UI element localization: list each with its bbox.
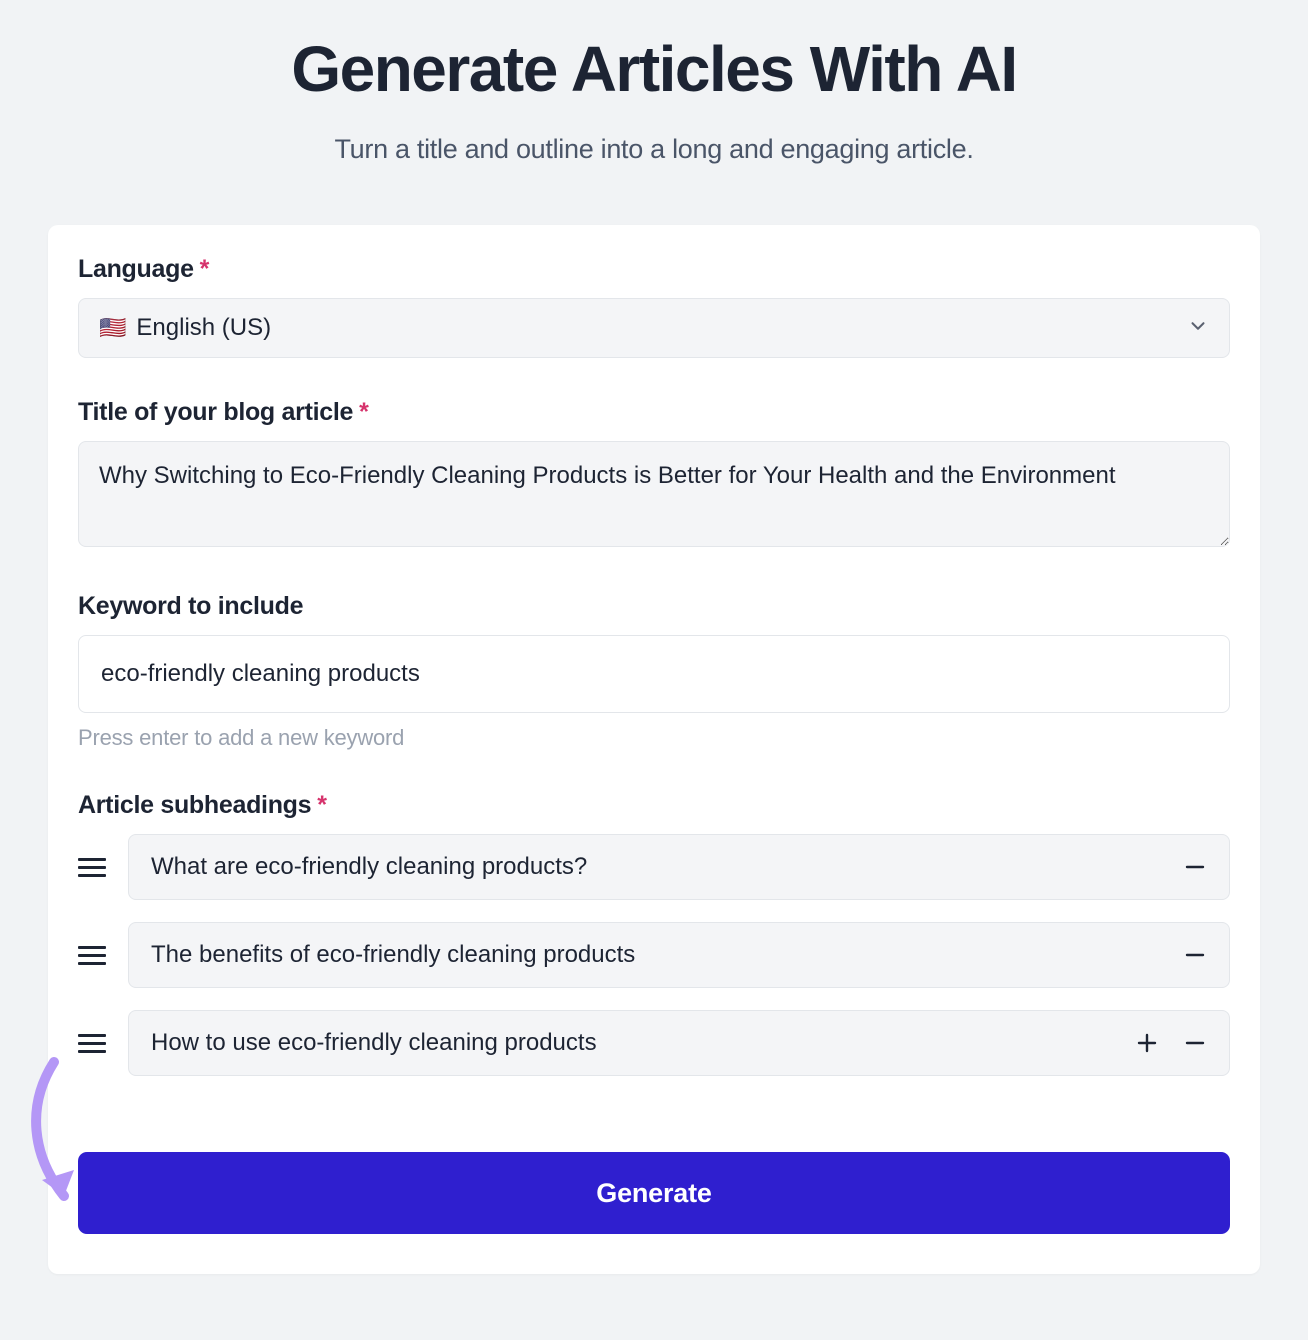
required-mark: * bbox=[200, 255, 209, 283]
subheading-row bbox=[78, 922, 1230, 988]
subheading-input[interactable] bbox=[151, 853, 1183, 881]
subheading-row bbox=[78, 834, 1230, 900]
subheading-input[interactable] bbox=[151, 941, 1183, 969]
title-input[interactable]: Why Switching to Eco-Friendly Cleaning P… bbox=[78, 441, 1230, 547]
subheading-input-wrap[interactable] bbox=[128, 1010, 1230, 1076]
title-label-text: Title of your blog article bbox=[78, 398, 353, 426]
form-card: Language* 🇺🇸 English (US) Title of your … bbox=[48, 225, 1260, 1274]
remove-subheading-button[interactable] bbox=[1183, 855, 1207, 879]
remove-subheading-button[interactable] bbox=[1183, 943, 1207, 967]
language-label: Language* bbox=[78, 255, 1230, 284]
flag-icon: 🇺🇸 bbox=[99, 315, 126, 341]
subheadings-label-text: Article subheadings bbox=[78, 791, 311, 819]
language-select[interactable]: 🇺🇸 English (US) bbox=[78, 298, 1230, 358]
generate-button[interactable]: Generate bbox=[78, 1152, 1230, 1234]
drag-handle-icon[interactable] bbox=[78, 1029, 106, 1057]
subheadings-label: Article subheadings* bbox=[78, 791, 1230, 820]
subheading-input-wrap[interactable] bbox=[128, 922, 1230, 988]
subheading-input-wrap[interactable] bbox=[128, 834, 1230, 900]
language-value: English (US) bbox=[136, 314, 271, 342]
required-mark: * bbox=[359, 398, 368, 426]
drag-handle-icon[interactable] bbox=[78, 853, 106, 881]
keyword-input[interactable] bbox=[101, 660, 1207, 688]
keyword-helper: Press enter to add a new keyword bbox=[78, 725, 1230, 751]
page-subtitle: Turn a title and outline into a long and… bbox=[0, 134, 1308, 165]
keyword-box[interactable] bbox=[78, 635, 1230, 713]
required-mark: * bbox=[317, 791, 326, 819]
chevron-down-icon bbox=[1187, 315, 1209, 342]
language-label-text: Language bbox=[78, 255, 194, 283]
title-label: Title of your blog article* bbox=[78, 398, 1230, 427]
add-subheading-button[interactable] bbox=[1135, 1031, 1159, 1055]
page-title: Generate Articles With AI bbox=[0, 32, 1308, 106]
subheading-input[interactable] bbox=[151, 1029, 1135, 1057]
keyword-label: Keyword to include bbox=[78, 592, 1230, 621]
subheading-row bbox=[78, 1010, 1230, 1076]
remove-subheading-button[interactable] bbox=[1183, 1031, 1207, 1055]
drag-handle-icon[interactable] bbox=[78, 941, 106, 969]
